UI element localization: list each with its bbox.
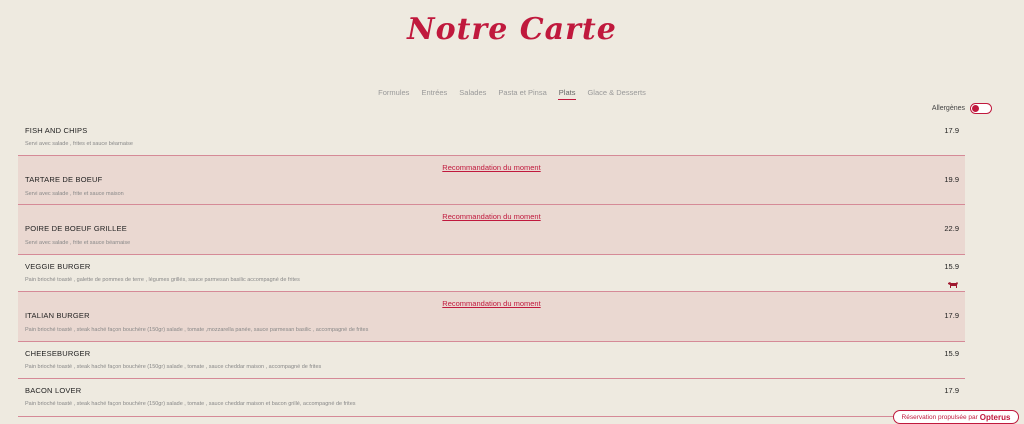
item-description: Servi avec salade , frite et sauce maiso… — [25, 191, 124, 197]
menu-item: VEGGIE BURGER Pain brioché toasté , gale… — [18, 255, 965, 292]
item-name: VEGGIE BURGER — [25, 262, 91, 271]
tab-entrees[interactable]: Entrées — [420, 88, 448, 100]
item-price: 15.9 — [944, 262, 959, 271]
reservation-text: Réservation propulsée par — [901, 413, 978, 421]
toggle-knob — [972, 105, 979, 112]
recommendation-link[interactable]: Recommandation du moment — [18, 163, 965, 172]
item-price: 19.9 — [944, 175, 959, 184]
tab-salades[interactable]: Salades — [458, 88, 487, 100]
menu-item: CHEESEBURGER Pain brioché toasté , steak… — [18, 342, 965, 379]
item-price: 17.9 — [944, 311, 959, 320]
item-price: 17.9 — [944, 386, 959, 395]
recommendation-link[interactable]: Recommandation du moment — [18, 212, 965, 221]
tab-plats[interactable]: Plats — [557, 88, 577, 100]
menu-list: FISH AND CHIPS Servi avec salade , frite… — [18, 119, 965, 417]
page-title: Notre Carte — [407, 12, 617, 47]
menu-item: Recommandation du moment TARTARE DE BOEU… — [18, 156, 965, 205]
item-description: Pain brioché toasté , steak haché façon … — [25, 401, 356, 407]
item-name: POIRE DE BOEUF GRILLEE — [25, 224, 127, 233]
allergen-toggle[interactable] — [970, 103, 992, 114]
menu-item: FISH AND CHIPS Servi avec salade , frite… — [18, 119, 965, 156]
item-name: ITALIAN BURGER — [25, 311, 90, 320]
menu-item: Recommandation du moment ITALIAN BURGER … — [18, 292, 965, 342]
tab-pasta-pinsa[interactable]: Pasta et Pinsa — [497, 88, 547, 100]
item-name: CHEESEBURGER — [25, 349, 91, 358]
item-description: Pain brioché toasté , steak haché façon … — [25, 364, 322, 370]
recommendation-link[interactable]: Recommandation du moment — [18, 299, 965, 308]
category-tabs: Formules Entrées Salades Pasta et Pinsa … — [0, 88, 1024, 100]
brand-logo: Opterus — [979, 412, 1011, 422]
item-description: Pain brioché toasté , galette de pommes … — [25, 277, 300, 283]
tab-formules[interactable]: Formules — [377, 88, 410, 100]
item-price: 17.9 — [944, 126, 959, 135]
item-name: BACON LOVER — [25, 386, 82, 395]
menu-item: Recommandation du moment POIRE DE BOEUF … — [18, 205, 965, 255]
menu-item: BACON LOVER Pain brioché toasté , steak … — [18, 379, 965, 417]
allergen-label: Allergènes — [931, 105, 965, 112]
item-description: Pain brioché toasté , steak haché façon … — [25, 327, 369, 333]
item-price: 22.9 — [944, 224, 959, 233]
item-price: 15.9 — [944, 349, 959, 358]
tab-glace-desserts[interactable]: Glace & Desserts — [586, 88, 646, 100]
item-name: FISH AND CHIPS — [25, 126, 88, 135]
item-name: TARTARE DE BOEUF — [25, 175, 103, 184]
allergen-filter: Allergènes — [932, 103, 992, 114]
item-description: Servi avec salade , frite et sauce béarn… — [25, 240, 131, 246]
item-description: Servi avec salade , frites et sauce béar… — [25, 141, 133, 147]
